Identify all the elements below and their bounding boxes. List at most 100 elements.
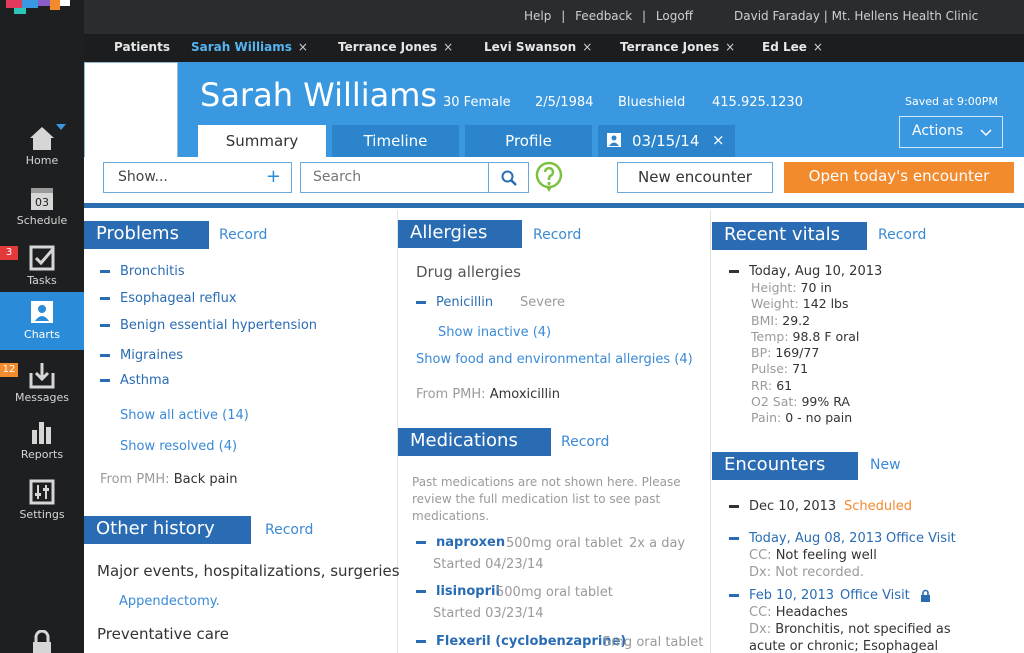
patient-name: Sarah Williams — [200, 76, 438, 114]
nav-settings[interactable]: Settings — [0, 472, 84, 530]
note-line: review the full medication list to see p… — [412, 492, 661, 506]
encounter-item[interactable]: Today, Aug 08, 2013 — [729, 531, 882, 546]
close-icon[interactable]: × — [712, 131, 725, 149]
feedback-link[interactable]: Feedback — [575, 9, 632, 23]
nav-tasks[interactable]: Tasks — [0, 238, 84, 296]
bullet-dash — [729, 594, 739, 597]
patient-tabs: Patients Sarah Williams × Terrance Jones ×… — [84, 34, 1024, 62]
appendectomy-link[interactable]: Appendectomy. — [119, 594, 220, 609]
encounter-type[interactable]: Office Visit — [886, 531, 956, 546]
pmh-label: From PMH: — [100, 472, 170, 487]
encounter-item[interactable]: Dec 10, 2013 — [729, 499, 836, 514]
tab-timeline[interactable]: Timeline — [332, 125, 459, 157]
encounter-dx: Dx: Not recorded. — [749, 564, 877, 581]
bullet-dash — [100, 324, 110, 327]
home-icon — [30, 127, 54, 150]
tab-profile[interactable]: Profile — [465, 125, 592, 157]
drug-allergies-heading: Drug allergies — [416, 263, 521, 281]
nav-messages[interactable]: Messages — [0, 355, 84, 413]
vital-row: Height: 70 in — [751, 280, 859, 296]
show-all-active-link[interactable]: Show all active (14) — [120, 408, 249, 423]
medications-record-link[interactable]: Record — [561, 434, 609, 450]
tab-encounter[interactable]: 03/15/14 × — [598, 125, 735, 157]
medication-item[interactable]: naproxen — [416, 535, 505, 550]
help-link[interactable]: Help — [524, 9, 551, 23]
nav-schedule[interactable]: 03 Schedule — [0, 178, 84, 236]
tab-levi-swanson[interactable]: Levi Swanson × — [484, 40, 592, 54]
nav-charts[interactable]: Charts — [0, 292, 84, 350]
encounter-dx-continued: acute or chronic; Esophageal — [749, 638, 951, 653]
close-icon[interactable]: × — [443, 40, 453, 54]
close-icon[interactable]: × — [298, 40, 308, 54]
bullet-dash — [729, 505, 739, 508]
vitals-date-label: Today, Aug 10, 2013 — [749, 264, 883, 279]
close-icon[interactable]: × — [725, 40, 735, 54]
tab-summary[interactable]: Summary — [198, 125, 326, 157]
show-inactive-link[interactable]: Show inactive (4) — [438, 325, 551, 340]
problem-item[interactable]: Esophageal reflux — [100, 291, 237, 306]
search-input[interactable] — [301, 163, 487, 191]
user-info: David Faraday | Mt. Hellens Health Clini… — [734, 9, 979, 23]
problems-record-link[interactable]: Record — [219, 227, 267, 243]
person-icon — [607, 133, 621, 147]
close-icon[interactable]: × — [582, 40, 592, 54]
allergies-record-link[interactable]: Record — [533, 227, 581, 243]
open-todays-encounter-button[interactable]: Open today's encounter — [784, 162, 1014, 193]
medication-item[interactable]: lisinopril — [416, 584, 500, 599]
encounter-date: Dec 10, 2013 — [749, 499, 837, 514]
tab-sarah-williams[interactable]: Sarah Williams × — [191, 40, 308, 54]
show-resolved-link[interactable]: Show resolved (4) — [120, 439, 237, 454]
dx-label: Dx: — [749, 565, 772, 580]
lock-icon — [920, 589, 930, 602]
bullet-dash — [100, 297, 110, 300]
nav-label: Messages — [15, 391, 69, 404]
allergy-item[interactable]: Penicillin — [416, 295, 493, 310]
nav-label: Reports — [20, 448, 64, 461]
problem-item[interactable]: Asthma — [100, 373, 170, 388]
search-button[interactable] — [488, 163, 528, 192]
new-encounter-link[interactable]: New — [870, 457, 901, 473]
nav-label: Schedule — [16, 214, 68, 227]
patient-photo[interactable] — [84, 62, 178, 160]
encounter-date: Today, Aug 08, 2013 — [749, 531, 883, 546]
problem-item[interactable]: Bronchitis — [100, 264, 185, 279]
encounter-item[interactable]: Feb 10, 2013 — [729, 588, 834, 603]
vital-row: O2 Sat: 99% RA — [751, 394, 859, 410]
nav-home[interactable]: Home — [0, 118, 84, 176]
show-dropdown[interactable]: Show... + — [103, 162, 292, 193]
tab-ed-lee[interactable]: Ed Lee × — [762, 40, 823, 54]
vitals-list: Height: 70 in Weight: 142 lbs BMI: 29.2 … — [751, 280, 859, 427]
tab-patients[interactable]: Patients — [114, 40, 170, 54]
problem-label: Benign essential hypertension — [120, 318, 318, 333]
preventative-care-heading: Preventative care — [97, 625, 229, 643]
vital-value: 98.8 F oral — [792, 328, 860, 344]
nav-reports[interactable]: Reports — [0, 412, 84, 470]
close-icon[interactable]: × — [813, 40, 823, 54]
tab-terrance-jones[interactable]: Terrance Jones × — [338, 40, 453, 54]
tab-terrance-jones-2[interactable]: Terrance Jones × — [620, 40, 735, 54]
chevron-down-icon — [980, 129, 992, 137]
cc-value: Headaches — [775, 605, 848, 620]
allergy-label: Penicillin — [436, 295, 494, 310]
top-utility-bar: Help | Feedback | Logoff David Faraday |… — [84, 0, 1024, 34]
show-food-allergies-link[interactable]: Show food and environmental allergies (4… — [416, 352, 693, 367]
patient-insurance: Blueshield — [618, 95, 686, 110]
cc-label: CC: — [749, 548, 772, 563]
encounter-type[interactable]: Office Visit — [840, 588, 931, 603]
vital-label: O2 Sat: — [751, 394, 798, 410]
lock-icon[interactable] — [30, 630, 54, 653]
problem-label: Bronchitis — [120, 264, 185, 279]
calendar-day: 03 — [35, 196, 49, 209]
problem-item[interactable]: Benign essential hypertension — [100, 318, 317, 333]
problem-item[interactable]: Migraines — [100, 348, 183, 363]
other-history-record-link[interactable]: Record — [265, 522, 313, 538]
logoff-link[interactable]: Logoff — [656, 9, 693, 23]
medication-item[interactable]: Flexeril (cyclobenzaprine) — [416, 634, 626, 649]
medication-dose: 500mg oral tablet — [496, 585, 613, 600]
cc-value: Not feeling well — [775, 548, 877, 563]
vitals-record-link[interactable]: Record — [878, 227, 926, 243]
help-icon[interactable] — [535, 161, 563, 193]
new-encounter-button[interactable]: New encounter — [617, 162, 773, 193]
actions-label: Actions — [912, 123, 964, 139]
actions-dropdown[interactable]: Actions — [899, 116, 1003, 148]
